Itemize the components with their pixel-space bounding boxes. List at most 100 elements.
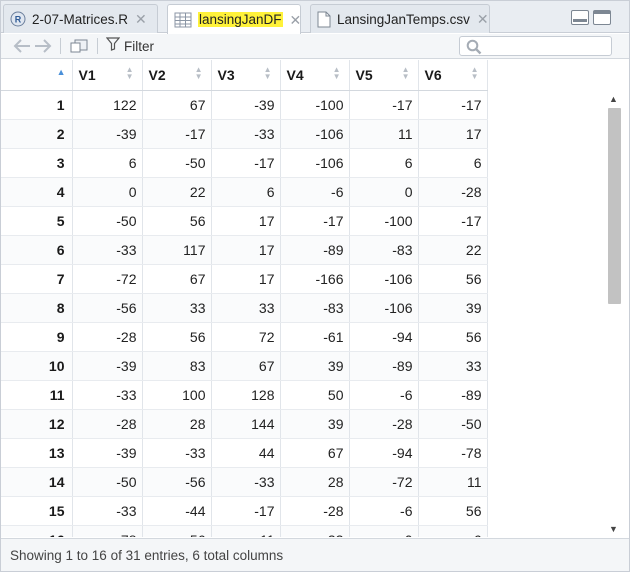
table-cell: -106 (349, 264, 419, 294)
column-header-v4[interactable]: V4 ▲ ▼ (280, 60, 350, 91)
column-header-label: V3 (217, 66, 235, 83)
scroll-up-arrow-icon[interactable]: ▲ (609, 95, 618, 104)
table-cell: -33 (142, 438, 212, 468)
table-cell: -72 (72, 264, 143, 294)
table-row: 16-78-56-11-33-0-6 (1, 525, 488, 537)
sort-icon: ▲ ▼ (194, 65, 203, 81)
back-arrow-icon[interactable] (13, 39, 31, 53)
tab-label: lansingJanDF (198, 12, 283, 27)
table-cell: 22 (142, 177, 212, 207)
table-cell: 122 (72, 90, 143, 120)
minimize-pane-button[interactable] (571, 10, 589, 25)
table-cell: -100 (280, 90, 350, 120)
table-cell: -61 (280, 322, 350, 352)
row-number: 1 (1, 90, 73, 120)
table-icon (174, 12, 192, 28)
r-script-icon: R (10, 11, 26, 27)
table-cell: 6 (211, 177, 281, 207)
sort-icon: ▲ ▼ (401, 65, 410, 81)
close-icon[interactable]: ✕ (290, 13, 302, 27)
scrollbar-thumb[interactable] (608, 108, 621, 304)
table-cell: -39 (72, 351, 143, 381)
table-cell: 39 (418, 293, 488, 323)
sort-ascending-icon: ▲ (56, 67, 66, 77)
tab-label: LansingJanTemps.csv (337, 11, 470, 27)
search-input[interactable] (459, 36, 612, 56)
table-cell: -83 (280, 293, 350, 323)
row-number: 5 (1, 206, 73, 236)
table-cell: 117 (142, 235, 212, 265)
table-cell: 6 (349, 148, 419, 178)
row-number-header[interactable]: ▲ (1, 60, 73, 91)
sort-icon: ▲ ▼ (470, 65, 479, 81)
table-cell: 50 (280, 380, 350, 410)
table-cell: 44 (211, 438, 281, 468)
column-header-label: V1 (78, 66, 96, 83)
row-number: 3 (1, 148, 73, 178)
table-row: 6 -33 117 17 -89 -83 22 (1, 235, 488, 265)
column-header-label: V6 (424, 66, 442, 83)
close-icon[interactable]: ✕ (135, 12, 147, 26)
table-cell: -17 (418, 90, 488, 120)
table-cell: -50 (142, 148, 212, 178)
row-number: 11 (1, 380, 73, 410)
row-number: 10 (1, 351, 73, 381)
tab-lansingjandf[interactable]: lansingJanDF ✕ (167, 4, 301, 34)
table-cell: -17 (142, 119, 212, 149)
maximize-pane-button[interactable] (593, 10, 611, 25)
column-header-v1[interactable]: V1 ▲ ▼ (72, 60, 143, 91)
column-header-v2[interactable]: V2 ▲ ▼ (142, 60, 212, 91)
column-header-v6[interactable]: V6 ▲ ▼ (418, 60, 488, 91)
forward-arrow-icon[interactable] (34, 39, 52, 53)
data-table: ▲ V1 ▲ ▼ V2 ▲ ▼ V3 ▲ ▼ V4 ▲ ▼ V5 ▲ ▼ V6 ▲ ▼ 1 122 67 -39 -100… (1, 60, 488, 537)
table-cell: 17 (211, 235, 281, 265)
table-cell: -11 (211, 525, 281, 537)
table-cell: -17 (211, 148, 281, 178)
table-cell: 72 (211, 322, 281, 352)
filter-button[interactable]: Filter (105, 36, 154, 56)
row-number: 13 (1, 438, 73, 468)
document-icon (317, 11, 331, 28)
column-header-v5[interactable]: V5 ▲ ▼ (349, 60, 419, 91)
table-cell: -94 (349, 438, 419, 468)
table-cell: -39 (72, 438, 143, 468)
table-cell: -17 (280, 206, 350, 236)
table-row: 5 -50 56 17 -17 -100 -17 (1, 206, 488, 236)
table-cell: -50 (72, 467, 143, 497)
table-cell: 11 (349, 119, 419, 149)
table-cell: -17 (349, 90, 419, 120)
table-cell: 67 (211, 351, 281, 381)
tab-matrices-r[interactable]: R 2-07-Matrices.R ✕ (3, 4, 158, 33)
table-cell: 67 (142, 264, 212, 294)
close-icon[interactable]: ✕ (477, 12, 489, 26)
table-cell: -166 (280, 264, 350, 294)
tab-lansingjantemps-csv[interactable]: LansingJanTemps.csv ✕ (310, 4, 490, 33)
table-cell: 6 (72, 148, 143, 178)
show-in-new-window-icon[interactable] (69, 38, 89, 54)
table-row: 8 -56 33 33 -83 -106 39 (1, 293, 488, 323)
table-cell: -106 (349, 293, 419, 323)
scroll-down-arrow-icon[interactable]: ▼ (609, 525, 618, 534)
column-header-v3[interactable]: V3 ▲ ▼ (211, 60, 281, 91)
table-row: 1 122 67 -39 -100 -17 -17 (1, 90, 488, 120)
table-cell: -89 (349, 351, 419, 381)
vertical-scrollbar[interactable]: ▲ ▼ (604, 91, 624, 537)
table-cell: 33 (418, 351, 488, 381)
table-row: 9 -28 56 72 -61 -94 56 (1, 322, 488, 352)
table-cell: -56 (142, 525, 212, 537)
table-cell: 17 (418, 119, 488, 149)
table-cell: 83 (142, 351, 212, 381)
row-number: 12 (1, 409, 73, 439)
column-header-label: V4 (286, 66, 304, 83)
filter-label: Filter (124, 38, 154, 54)
table-cell: 33 (211, 293, 281, 323)
table-cell: 56 (142, 322, 212, 352)
table-cell: 28 (142, 409, 212, 439)
table-cell: -56 (72, 293, 143, 323)
table-row: 2 -39 -17 -33 -106 11 17 (1, 119, 488, 149)
table-cell: 33 (142, 293, 212, 323)
table-cell: -6 (349, 496, 419, 526)
table-cell: -72 (349, 467, 419, 497)
table-row: 7 -72 67 17 -166 -106 56 (1, 264, 488, 294)
table-cell: -6 (349, 380, 419, 410)
